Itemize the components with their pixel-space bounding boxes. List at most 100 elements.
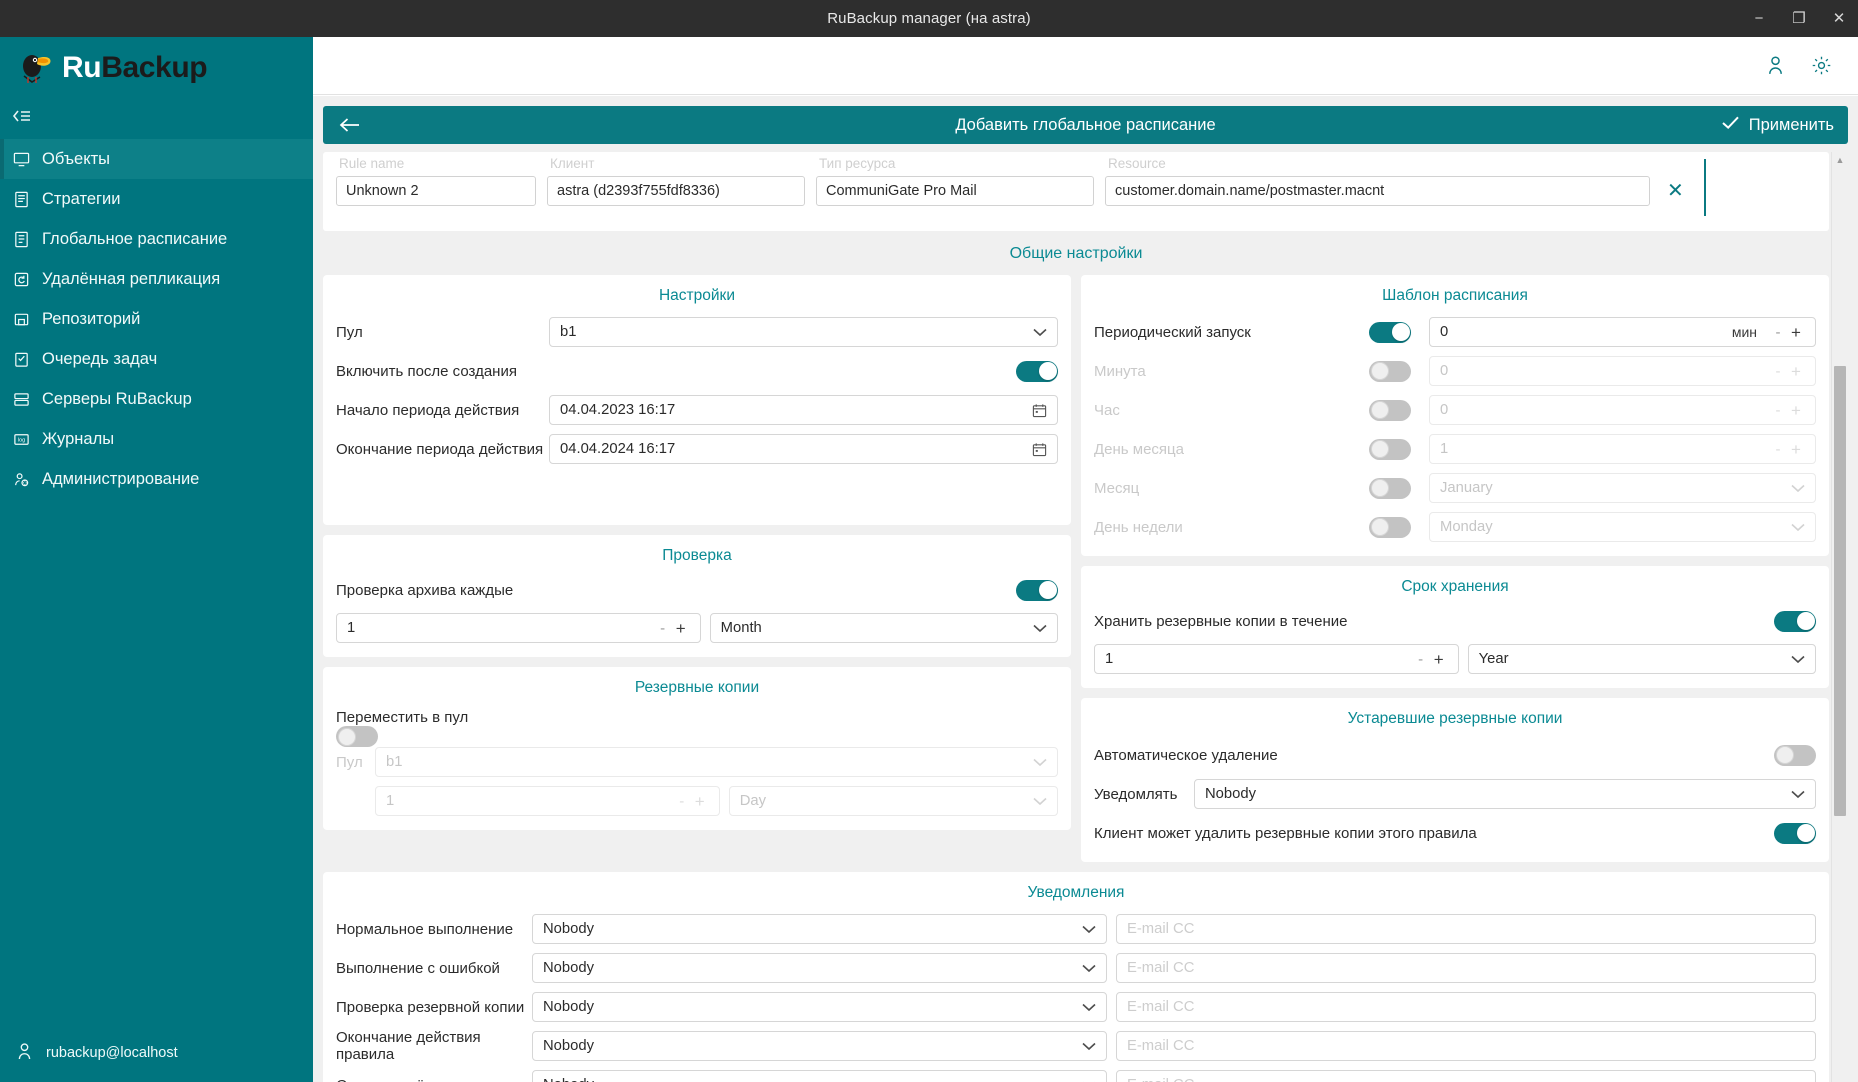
decrement-button[interactable]: - — [654, 621, 672, 636]
pool-capacity-cc-input[interactable]: E-mail CC — [1116, 1070, 1816, 1082]
retention-toggle[interactable] — [1774, 611, 1816, 632]
error-execution-select[interactable]: Nobody — [532, 953, 1107, 983]
chevron-down-icon — [1033, 624, 1047, 633]
sidebar-item-repository[interactable]: Репозиторий — [0, 299, 313, 339]
decrement-button[interactable]: - — [1412, 652, 1430, 667]
backup-pool-value: b1 — [386, 754, 1033, 770]
repository-icon — [12, 310, 31, 329]
close-icon[interactable]: ✕ — [1667, 181, 1684, 201]
increment-button[interactable]: + — [1787, 324, 1805, 341]
day-of-month-spinner[interactable]: 1 - + — [1429, 434, 1816, 464]
move-to-pool-toggle[interactable] — [336, 726, 378, 747]
increment-button[interactable]: + — [1787, 441, 1805, 458]
sidebar-item-remote-replication[interactable]: Удалённая репликация — [0, 259, 313, 299]
backup-count-spinner[interactable]: 1 - + — [375, 786, 720, 816]
enable-after-create-toggle[interactable] — [1016, 361, 1058, 382]
sidebar-item-administration[interactable]: Администрирование — [0, 459, 313, 499]
hour-value: 0 — [1440, 402, 1769, 418]
rule-name-input[interactable]: Unknown 2 — [336, 176, 536, 206]
scroll-up-arrow-icon[interactable]: ▲ — [1832, 152, 1848, 168]
backup-verification-select[interactable]: Nobody — [532, 992, 1107, 1022]
period-end-input[interactable]: 04.04.2024 16:17 — [549, 434, 1058, 464]
sidebar-user-footer[interactable]: rubackup@localhost — [0, 1024, 313, 1082]
apply-button[interactable]: Применить — [1721, 115, 1834, 135]
auto-delete-toggle[interactable] — [1774, 745, 1816, 766]
period-start-input[interactable]: 04.04.2023 16:17 — [549, 395, 1058, 425]
replication-icon — [12, 270, 31, 289]
hour-toggle[interactable] — [1369, 400, 1411, 421]
back-button[interactable] — [337, 112, 363, 138]
verification-count-spinner[interactable]: 1 - + — [336, 613, 701, 643]
normal-execution-cc-input[interactable]: E-mail CC — [1116, 914, 1816, 944]
increment-button[interactable]: + — [1430, 651, 1448, 668]
retention-unit-select[interactable]: Year — [1468, 644, 1816, 674]
minimize-button[interactable]: − — [1750, 11, 1768, 26]
pool-capacity-select[interactable]: Nobody — [532, 1070, 1107, 1082]
month-select[interactable]: January — [1429, 473, 1816, 503]
user-icon[interactable] — [1766, 55, 1785, 76]
periodic-run-toggle[interactable] — [1369, 322, 1411, 343]
error-execution-cc-input[interactable]: E-mail CC — [1116, 953, 1816, 983]
increment-button[interactable]: + — [691, 793, 709, 810]
client-can-delete-toggle[interactable] — [1774, 823, 1816, 844]
increment-button[interactable]: + — [1787, 363, 1805, 380]
scrollbar-thumb[interactable] — [1834, 366, 1846, 816]
settings-panel-title: Настройки — [336, 283, 1058, 317]
pool-value: b1 — [560, 324, 1033, 340]
rule-expiration-value: Nobody — [543, 1038, 1082, 1054]
sidebar-item-task-queue[interactable]: Очередь задач — [0, 339, 313, 379]
normal-execution-select[interactable]: Nobody — [532, 914, 1107, 944]
backup-unit-select[interactable]: Day — [729, 786, 1058, 816]
maximize-button[interactable]: ❐ — [1790, 11, 1808, 26]
collapse-menu-icon[interactable] — [11, 107, 33, 125]
increment-button[interactable]: + — [1787, 402, 1805, 419]
backup-count-value: 1 — [386, 793, 673, 809]
sidebar-item-global-schedule[interactable]: Глобальное расписание — [0, 219, 313, 259]
retention-count-spinner[interactable]: 1 - + — [1094, 644, 1459, 674]
toggle-knob — [1039, 581, 1057, 599]
backup-verification-cc-input[interactable]: E-mail CC — [1116, 992, 1816, 1022]
sidebar-item-strategies[interactable]: Стратегии — [0, 179, 313, 219]
close-button[interactable]: ✕ — [1830, 11, 1848, 26]
month-toggle[interactable] — [1369, 478, 1411, 499]
scroll-content: Rule name Unknown 2 Клиент astra (d2393f… — [323, 152, 1829, 1082]
decrement-button[interactable]: - — [1769, 364, 1787, 379]
pool-select[interactable]: b1 — [549, 317, 1058, 347]
retention-label: Хранить резервные копии в течение — [1094, 613, 1347, 630]
main-area: Добавить глобальное расписание Применить — [313, 37, 1858, 1082]
day-of-month-toggle[interactable] — [1369, 439, 1411, 460]
verification-unit-select[interactable]: Month — [710, 613, 1058, 643]
day-of-week-toggle[interactable] — [1369, 517, 1411, 538]
sidebar-item-rubackup-servers[interactable]: Серверы RuBackup — [0, 379, 313, 419]
verification-toggle[interactable] — [1016, 580, 1058, 601]
backup-pool-select[interactable]: b1 — [375, 747, 1058, 777]
hour-spinner[interactable]: 0 - + — [1429, 395, 1816, 425]
collapse-menu-row[interactable] — [0, 99, 313, 133]
calendar-icon[interactable] — [1032, 442, 1047, 457]
client-input[interactable]: astra (d2393f755fdf8336) — [547, 176, 805, 206]
backup-pool-row: Пул b1 — [336, 747, 1058, 777]
verification-label: Проверка архива каждые — [336, 582, 513, 599]
toggle-knob — [1797, 612, 1815, 630]
decrement-button[interactable]: - — [1769, 325, 1787, 340]
increment-button[interactable]: + — [672, 620, 690, 637]
decrement-button[interactable]: - — [673, 794, 691, 809]
day-of-week-select[interactable]: Monday — [1429, 512, 1816, 542]
notify-select[interactable]: Nobody — [1194, 779, 1816, 809]
sidebar-item-logs[interactable]: log Журналы — [0, 419, 313, 459]
decrement-button[interactable]: - — [1769, 403, 1787, 418]
scrollbar-track[interactable] — [1834, 168, 1846, 1082]
rule-expiration-cc-input[interactable]: E-mail CC — [1116, 1031, 1816, 1061]
rule-expiration-select[interactable]: Nobody — [532, 1031, 1107, 1061]
periodic-run-spinner[interactable]: 0 мин - + — [1429, 317, 1816, 347]
calendar-icon[interactable] — [1032, 403, 1047, 418]
gear-icon[interactable] — [1811, 55, 1832, 76]
vertical-scrollbar[interactable]: ▲ — [1831, 152, 1848, 1082]
resource-input[interactable]: customer.domain.name/postmaster.macnt — [1105, 176, 1650, 206]
decrement-button[interactable]: - — [1769, 442, 1787, 457]
minute-spinner[interactable]: 0 - + — [1429, 356, 1816, 386]
settings-columns: Настройки Пул b1 — [323, 275, 1829, 872]
minute-toggle[interactable] — [1369, 361, 1411, 382]
sidebar-item-objects[interactable]: Объекты — [0, 139, 313, 179]
resource-type-input[interactable]: CommuniGate Pro Mail — [816, 176, 1094, 206]
